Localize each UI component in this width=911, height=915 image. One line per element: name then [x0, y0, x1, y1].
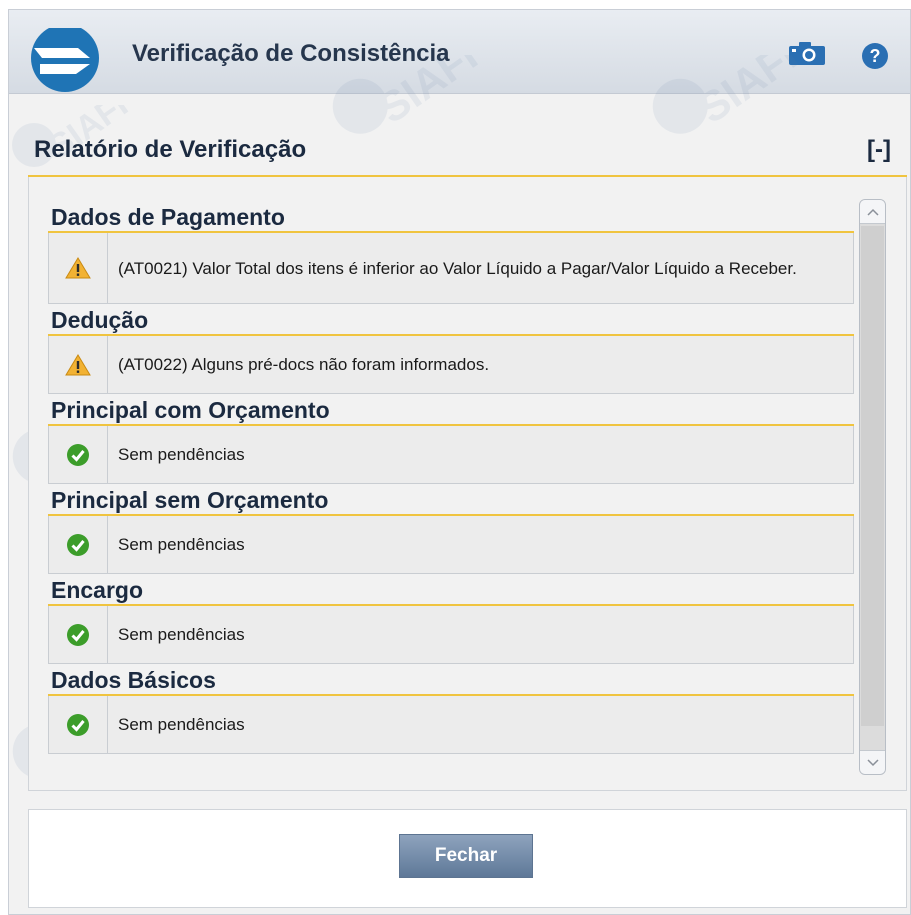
group-principal-com-orcamento: Principal com Orçamento Sem pendências	[48, 394, 854, 484]
scroll-up-button[interactable]	[860, 200, 885, 224]
camera-icon[interactable]	[787, 41, 827, 65]
status-cell	[49, 696, 108, 753]
group-title: Dedução	[48, 304, 854, 336]
dialog-footer: Fechar	[28, 809, 907, 908]
status-cell	[49, 336, 108, 393]
dialog-title: Verificação de Consistência	[132, 40, 450, 67]
check-circle-icon	[67, 623, 89, 646]
list-item: Sem pendências	[48, 696, 854, 754]
report-title: Relatório de Verificação	[34, 136, 307, 163]
group-principal-sem-orcamento: Principal sem Orçamento Sem pendências	[48, 484, 854, 574]
status-cell	[49, 606, 108, 663]
scroll-down-button[interactable]	[860, 750, 885, 774]
group-encargo: Encargo Sem pendências	[48, 574, 854, 664]
status-cell	[49, 516, 108, 573]
message-text: (AT0022) Alguns pré-docs não foram infor…	[118, 355, 490, 374]
list-item: Sem pendências	[48, 516, 854, 574]
message-text: Sem pendências	[118, 445, 245, 464]
message-text: Sem pendências	[118, 625, 245, 644]
check-circle-icon	[67, 713, 89, 736]
group-title: Dados de Pagamento	[48, 201, 854, 233]
group-title: Principal sem Orçamento	[48, 484, 854, 516]
svg-text:?: ?	[870, 46, 881, 66]
group-dados-pagamento: Dados de Pagamento (AT0021) Valor Total …	[48, 201, 854, 304]
message-text: (AT0021) Valor Total dos itens é inferio…	[118, 258, 797, 278]
chevron-down-icon	[866, 758, 879, 766]
report-panel: Dados de Pagamento (AT0021) Valor Total …	[28, 177, 907, 791]
warning-icon	[65, 353, 91, 375]
scroll-thumb[interactable]	[861, 226, 884, 726]
group-title: Principal com Orçamento	[48, 394, 854, 426]
vertical-scrollbar[interactable]	[859, 199, 886, 775]
help-icon[interactable]: ?	[861, 42, 889, 70]
list-item: Sem pendências	[48, 426, 854, 484]
check-circle-icon	[67, 443, 89, 466]
group-title: Dados Básicos	[48, 664, 854, 696]
group-dados-basicos: Dados Básicos Sem pendências	[48, 664, 854, 754]
collapse-toggle[interactable]: [-]	[867, 136, 891, 164]
close-button[interactable]: Fechar	[399, 834, 533, 878]
message-text: Sem pendências	[118, 535, 245, 554]
group-deducao: Dedução (AT0022) Alguns pré-docs não for…	[48, 304, 854, 394]
warning-icon	[65, 257, 91, 279]
list-item: Sem pendências	[48, 606, 854, 664]
dialog-header: Verificação de Consistência ?	[9, 10, 910, 94]
status-cell	[49, 426, 108, 483]
list-item: (AT0022) Alguns pré-docs não foram infor…	[48, 336, 854, 394]
check-circle-icon	[67, 533, 89, 556]
list-item: (AT0021) Valor Total dos itens é inferio…	[48, 233, 854, 304]
status-cell	[49, 233, 108, 303]
group-title: Encargo	[48, 574, 854, 606]
message-text: Sem pendências	[118, 715, 245, 734]
chevron-up-icon	[866, 208, 879, 216]
verification-list[interactable]: Dados de Pagamento (AT0021) Valor Total …	[48, 201, 854, 771]
consistency-dialog: Verificação de Consistência ? SIAFI SIAF…	[8, 9, 911, 915]
siafi-logo-icon	[31, 28, 99, 92]
